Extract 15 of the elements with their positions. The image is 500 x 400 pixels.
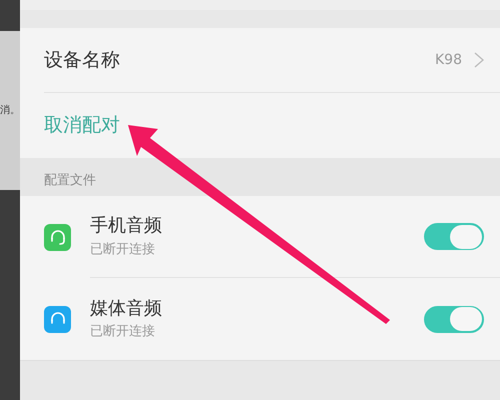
section-header: 配置文件 [44,172,96,190]
device-name-value: K98 [435,50,462,70]
toggle-switch[interactable] [424,223,484,250]
device-name-label: 设备名称 [44,48,121,73]
profile-status: 已断开连接 [90,242,156,258]
headset-icon [44,224,71,250]
profile-status: 已断开连接 [90,324,156,340]
dimmed-backdrop [0,0,20,31]
toggle-switch[interactable] [424,306,484,332]
profile-name: 手机音频 [90,215,163,238]
chevron-right-icon [474,52,484,68]
background-text: 消。 [0,106,20,116]
device-name-row[interactable]: 设备名称 K98 [44,28,500,93]
headset-icon [44,306,71,332]
profile-name: 媒体音频 [90,298,163,320]
